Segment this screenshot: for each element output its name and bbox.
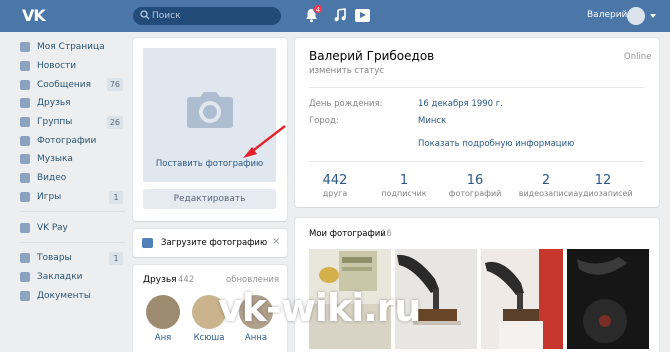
stat-audios[interactable]: 12 аудиозаписей [567,173,639,198]
sidebar-item-music[interactable]: Музыка [20,150,125,169]
sidebar-item-video[interactable]: Видео [20,169,125,188]
music-icon[interactable] [334,8,346,22]
sidebar-item-documents[interactable]: Документы [20,286,125,305]
my-photos-count: 16 [381,229,392,239]
sidebar-divider [20,211,125,213]
sidebar-item-messages[interactable]: Сообщения 76 [20,75,125,94]
photo-thumbnail[interactable] [481,249,563,349]
notifications-badge: 4 [313,4,323,14]
friends-icon [20,98,30,109]
watermark: vk-wiki.ru [218,286,421,330]
groups-count-badge: 26 [106,115,123,129]
sidebar-item-groups[interactable]: Группы 26 [20,113,125,132]
sidebar-item-games[interactable]: Игры 1 [20,188,125,207]
video-icon [20,173,30,184]
messages-icon [20,79,30,90]
sidebar-item-goods[interactable]: Товары 1 [20,249,125,268]
top-bar: VK 4 Валерий [0,0,670,32]
photo-thumbnail[interactable] [567,249,649,349]
games-count-badge: 1 [109,190,123,204]
music-icon [20,154,30,165]
home-icon [20,42,30,53]
sidebar-item-my-page[interactable]: Моя Страница [20,38,125,57]
change-status-link[interactable]: изменить статус [309,66,384,76]
birthday-value[interactable]: 16 декабря 1990 г. [418,99,503,109]
sidebar-divider [20,241,125,243]
upload-photo-label[interactable]: Загрузите фотографию [161,238,267,248]
sidebar-item-photos[interactable]: Фотографии [20,131,125,150]
search-box[interactable] [133,7,281,25]
profile-photo-placeholder[interactable]: Поставить фотографию [143,48,276,182]
profile-photo-card: Поставить фотографию Редактировать [133,38,287,221]
chevron-down-icon[interactable] [650,14,656,18]
camera-icon [187,92,233,128]
my-photos-card: Мои фотографии 16 [295,218,659,352]
city-value[interactable]: Минск [418,116,446,126]
divider [309,87,645,88]
groups-icon [20,117,30,128]
friend-avatar[interactable] [146,295,180,329]
messages-count-badge: 76 [106,78,123,92]
stat-friends[interactable]: 442 друга [299,173,371,198]
online-status: Online [624,52,652,62]
birthday-label: День рождения: [309,99,383,109]
sidebar-item-vk-pay[interactable]: VK Pay [20,218,125,237]
upload-photo-card[interactable]: Загрузите фотографию × [133,229,287,257]
games-icon [20,191,30,202]
friends-updates-link[interactable]: обновления [226,275,279,285]
play-icon[interactable] [355,9,370,22]
divider [309,161,645,162]
my-photos-title[interactable]: Мои фотографии [309,229,386,239]
username[interactable]: Валерий [587,10,627,20]
goods-count-badge: 1 [109,251,123,265]
set-photo-link[interactable]: Поставить фотографию [143,159,276,169]
stat-photos[interactable]: 16 фотографий [439,173,511,198]
sidebar-item-friends[interactable]: Друзья [20,94,125,113]
profile-info-card: Валерий Грибоедов изменить статус Online… [295,38,659,207]
news-icon [20,61,30,72]
edit-button[interactable]: Редактировать [143,189,276,209]
star-icon [20,271,30,282]
vk-logo[interactable]: VK [22,6,46,26]
document-icon [20,290,30,301]
sidebar-item-bookmarks[interactable]: Закладки [20,268,125,287]
avatar[interactable] [627,7,645,25]
shopping-bag-icon [20,253,30,264]
friends-count: 442 [178,275,195,285]
profile-name: Валерий Грибоедов [309,49,435,63]
camera-icon [20,135,30,146]
search-input[interactable] [152,9,272,23]
friend-name[interactable]: Анна [236,333,276,343]
close-icon[interactable]: × [272,236,280,247]
friends-title[interactable]: Друзья [143,275,177,285]
city-label: Город: [309,116,339,126]
camera-icon [142,238,153,248]
sidebar-item-news[interactable]: Новости [20,57,125,76]
friend-name[interactable]: Аня [143,333,183,343]
wallet-icon [20,222,30,233]
stat-followers[interactable]: 1 подписчик [368,173,440,198]
search-icon [140,10,150,20]
friend-name[interactable]: Ксюша [189,333,229,343]
sidebar: Моя Страница Новости Сообщения 76 Друзья … [20,38,125,305]
show-details-link[interactable]: Показать подробную информацию [418,139,574,149]
